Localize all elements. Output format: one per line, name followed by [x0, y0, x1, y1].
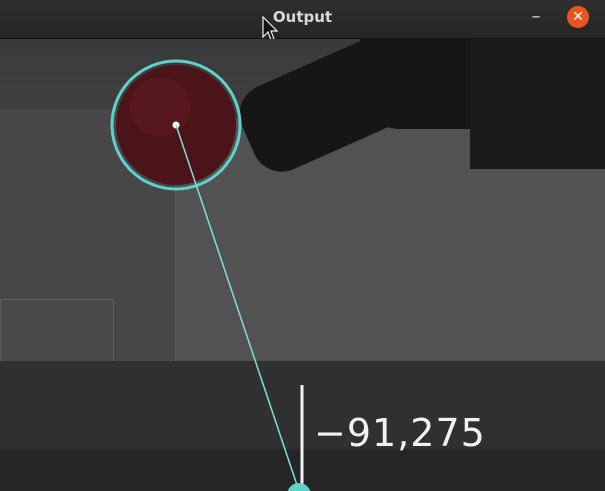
close-button[interactable]: ✕	[567, 6, 589, 28]
window-title: Output	[272, 8, 333, 26]
minimize-button[interactable]: –	[525, 6, 547, 28]
tracking-line	[175, 124, 300, 491]
angle-readout: −91,275	[314, 411, 486, 455]
tracking-overlay	[110, 59, 311, 491]
ball-highlight	[130, 77, 190, 137]
anchor-point	[287, 483, 311, 491]
window-titlebar[interactable]: Output – ✕	[0, 0, 605, 41]
camera-feed: −91,275	[0, 39, 605, 491]
